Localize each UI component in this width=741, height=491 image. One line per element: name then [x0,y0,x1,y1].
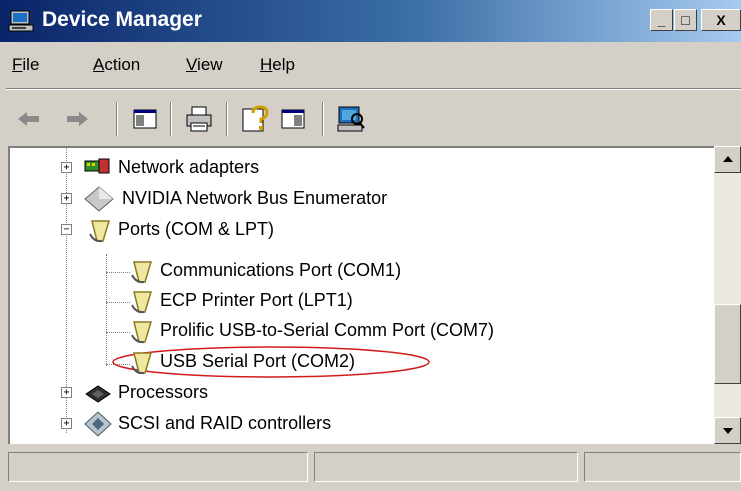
tree-item-scsi-raid-controllers[interactable]: + SCSI and RAID controllers [10,408,710,440]
tree-item-label: Prolific USB-to-Serial Comm Port (COM7) [160,320,495,340]
menu-file[interactable]: File [12,55,39,75]
tree-item-label: NVIDIA Network Bus Enumerator [122,188,388,208]
tree-item-ecp-printer-port[interactable]: ECP Printer Port (LPT1) [10,285,710,317]
tree-item-processors[interactable]: + Processors [10,377,710,409]
forward-icon[interactable] [62,104,92,134]
tree-item-label: USB Serial Port (COM2) [160,351,356,371]
show-hide-console-tree-icon[interactable] [130,104,160,134]
tree-item-label: SCSI and RAID controllers [118,413,332,433]
scsi-controller-icon [84,411,112,437]
tree-item-ports[interactable]: − Ports (COM & LPT) [10,214,710,246]
arrow-up-icon [723,156,733,162]
close-icon: X [716,12,726,28]
status-pane-2 [314,452,578,482]
toolbar [0,92,741,152]
tree-item-label: Communications Port (COM1) [160,260,402,280]
show-hide-action-pane-icon[interactable] [278,104,308,134]
tree-item-label: Network adapters [118,157,260,177]
scroll-up-button[interactable] [714,146,741,173]
scroll-down-button[interactable] [714,417,741,444]
menu-action[interactable]: Action [93,55,140,75]
minimize-button[interactable]: _ [650,9,673,31]
maximize-icon: □ [681,12,690,28]
computer-icon [8,10,34,32]
vertical-scrollbar[interactable] [714,146,741,444]
toolbar-divider [322,102,324,136]
arrow-down-icon [723,428,733,434]
tree-item-prolific-usb-serial-port[interactable]: Prolific USB-to-Serial Comm Port (COM7) [10,315,710,347]
status-pane-3 [584,452,741,482]
menu-view[interactable]: View [186,55,223,75]
scan-hardware-icon[interactable] [336,104,366,134]
scroll-thumb[interactable] [714,304,741,384]
toolbar-divider [116,102,118,136]
maximize-button[interactable]: □ [674,9,697,31]
print-icon[interactable] [184,104,214,134]
back-icon[interactable] [14,104,44,134]
title-bar: Device Manager _ □ X [0,0,741,42]
menu-bar: File Action View Help [0,46,741,86]
menu-separator [6,88,741,90]
port-icon [89,220,111,243]
tree-item-label: Processors [118,382,209,402]
port-icon [131,291,153,314]
help-icon[interactable] [240,104,270,134]
window-title: Device Manager [42,8,202,31]
expand-icon[interactable]: + [61,193,72,204]
toolbar-divider [170,102,172,136]
port-icon [131,321,153,344]
status-pane-1 [8,452,308,482]
menu-help[interactable]: Help [260,55,295,75]
expand-icon[interactable]: + [61,162,72,173]
collapse-icon[interactable]: − [61,224,72,235]
expand-icon[interactable]: + [61,387,72,398]
tree-item-label: ECP Printer Port (LPT1) [160,290,353,310]
device-tree[interactable]: + Network adapters + NVIDIA Network Bus … [8,146,741,444]
minimize-icon: _ [657,12,666,28]
tree-item-usb-serial-port[interactable]: USB Serial Port (COM2) [10,346,710,378]
diamond-device-icon [84,186,114,212]
processor-icon [85,385,111,403]
tree-item-nvidia-network-bus-enumerator[interactable]: + NVIDIA Network Bus Enumerator [10,183,710,215]
toolbar-divider [226,102,228,136]
tree-item-network-adapters[interactable]: + Network adapters [10,152,710,184]
port-icon [131,352,153,375]
port-icon [131,261,153,284]
close-button[interactable]: X [701,9,741,31]
network-adapter-icon [84,158,110,174]
expand-icon[interactable]: + [61,418,72,429]
tree-item-communications-port[interactable]: Communications Port (COM1) [10,255,710,287]
tree-item-label: Ports (COM & LPT) [118,219,275,239]
